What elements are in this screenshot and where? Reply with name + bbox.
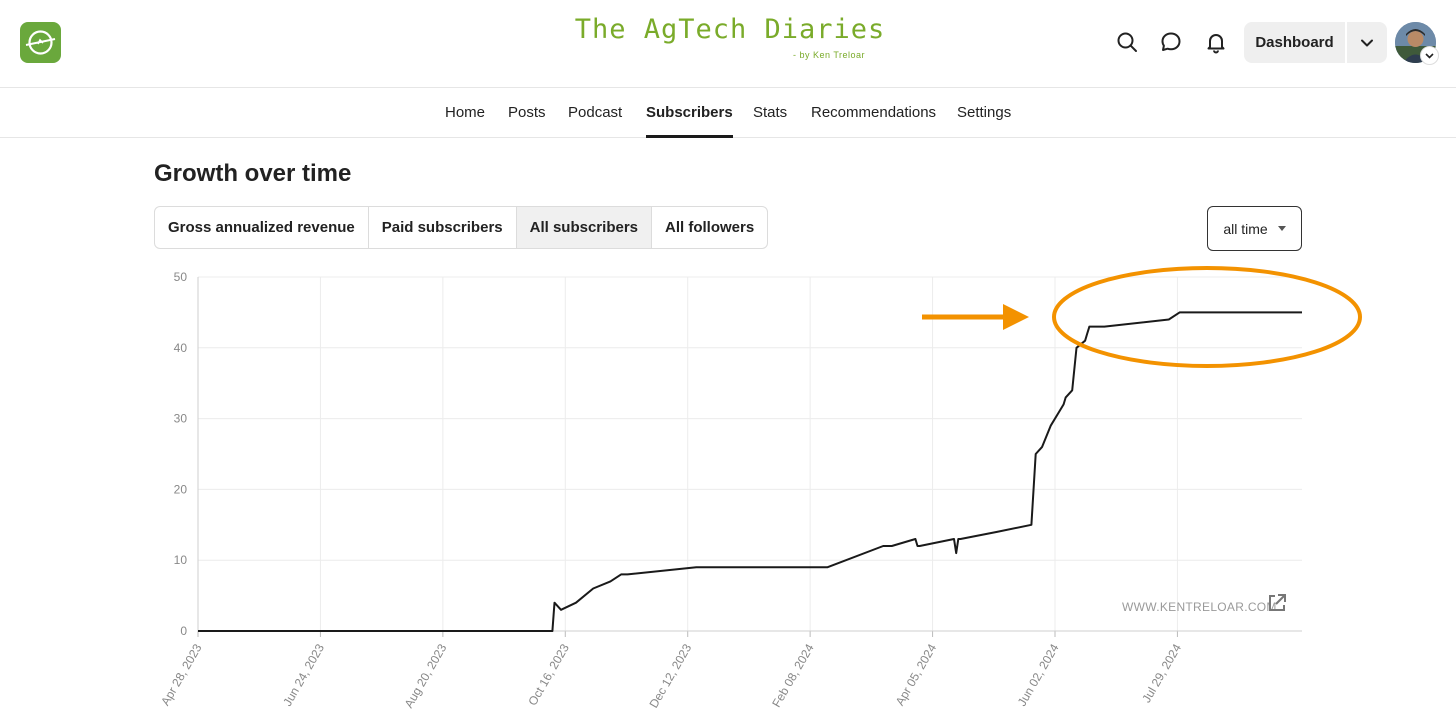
x-tick-label: Apr 05, 2024 bbox=[893, 641, 940, 708]
watermark-text: WWW.KENTRELOAR.COM bbox=[1122, 600, 1277, 614]
x-tick-label: Feb 08, 2024 bbox=[769, 641, 817, 710]
x-tick-label: Aug 20, 2023 bbox=[402, 641, 450, 710]
x-tick-label: Apr 28, 2023 bbox=[158, 641, 205, 708]
x-tick-label: Jun 02, 2024 bbox=[1015, 641, 1062, 708]
external-link-icon[interactable] bbox=[1266, 592, 1288, 614]
annotation-arrow-head bbox=[1003, 304, 1029, 330]
x-tick-label: Oct 16, 2023 bbox=[525, 641, 572, 708]
y-tick-label: 10 bbox=[174, 553, 188, 567]
y-tick-label: 40 bbox=[174, 341, 188, 355]
x-tick-label: Jul 29, 2024 bbox=[1139, 641, 1184, 705]
y-tick-label: 50 bbox=[174, 270, 188, 284]
y-tick-label: 0 bbox=[180, 624, 187, 638]
x-tick-label: Dec 12, 2023 bbox=[646, 641, 694, 710]
x-tick-label: Jun 24, 2023 bbox=[280, 641, 327, 708]
y-tick-label: 20 bbox=[174, 482, 188, 496]
annotation-circle bbox=[1052, 266, 1362, 368]
y-tick-label: 30 bbox=[174, 412, 188, 426]
